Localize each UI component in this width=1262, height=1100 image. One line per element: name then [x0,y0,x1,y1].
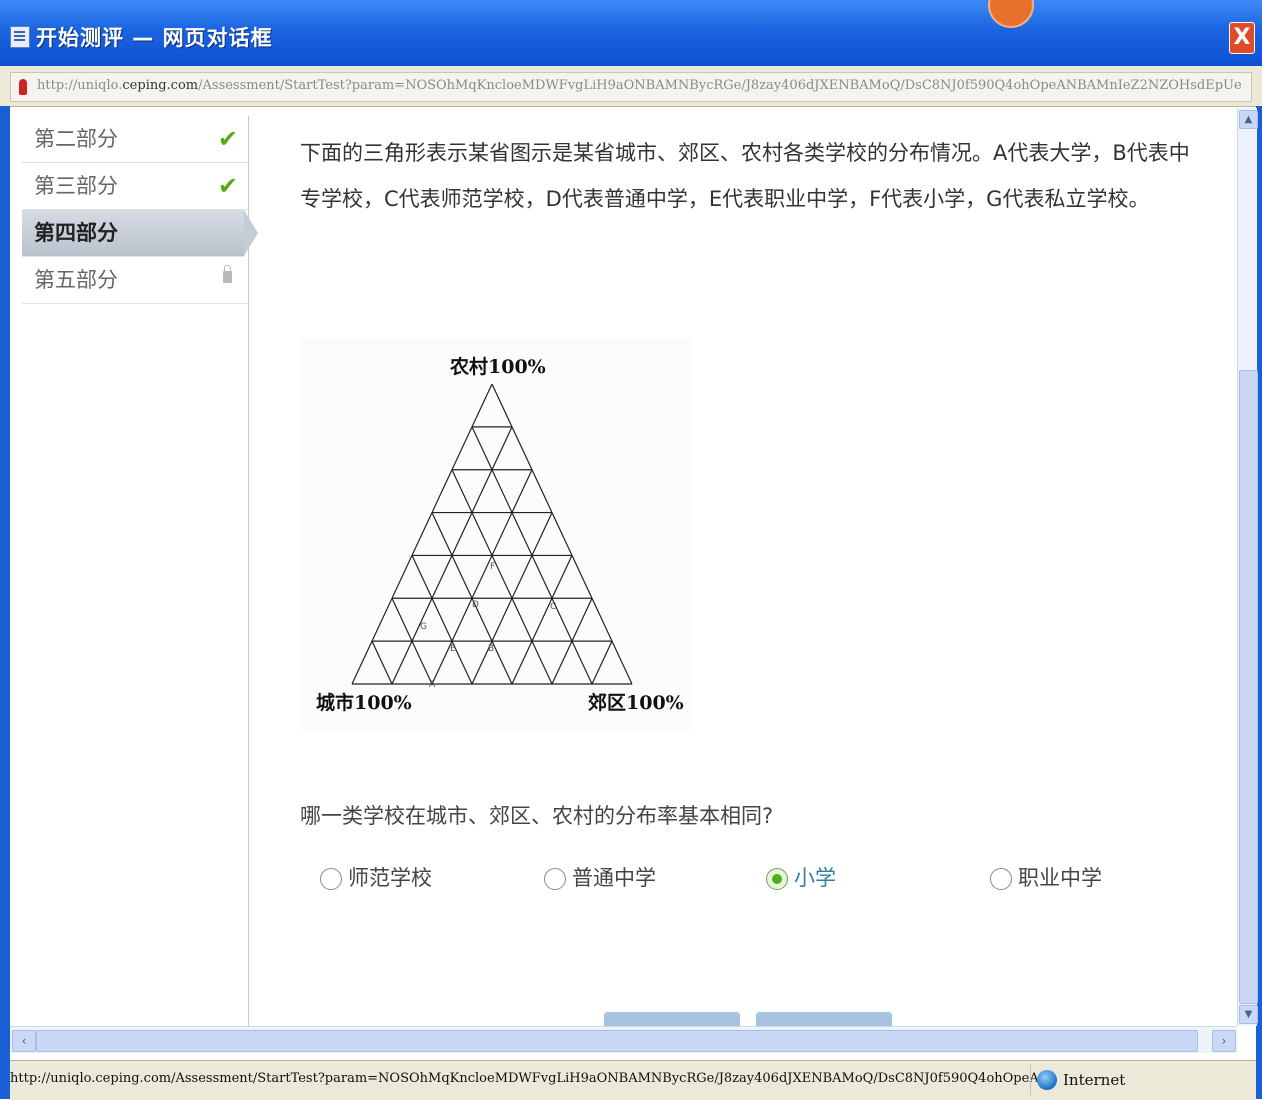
close-button[interactable]: X [1229,22,1255,54]
address-bar: http://uniqlo.ceping.com/Assessment/Star… [0,66,1262,107]
answer-options: 师范学校 普通中学 小学 职业中学 [320,858,1220,898]
question-prompt: 哪一类学校在城市、郊区、农村的分布率基本相同? [300,804,774,828]
sidebar-item-label: 第四部分 [34,221,118,245]
radio-button[interactable] [990,868,1012,890]
point-f: F [490,562,496,572]
lock-icon [223,265,232,283]
nav-buttons [604,1012,894,1026]
grid-line [451,469,553,685]
title-bar: 开始测评 — 网页对话框 X [0,0,1262,66]
sidebar-item-part-4[interactable]: 第四部分 [22,210,258,257]
question-text: 下面的三角形表示某省图示是某省城市、郊区、农村各类学校的分布情况。A代表大学，B… [300,141,1190,211]
triangle-grid [351,383,633,685]
grid-line [411,555,473,685]
vertical-scroll-thumb[interactable] [1239,370,1258,1004]
sidebar-item-label: 第三部分 [34,174,118,198]
scroll-down-icon[interactable]: ▼ [1239,1005,1258,1024]
next-button[interactable] [756,1012,892,1026]
checkmark-icon: ✔ [217,172,238,200]
zone-label: Internet [1063,1071,1126,1089]
radio-button[interactable] [766,868,788,890]
point-a: A [429,680,436,690]
point-b: B [488,644,495,654]
point-e: E [450,644,456,654]
checkmark-icon: ✔ [217,125,238,153]
grid-line [591,640,613,685]
grid-line [431,469,533,685]
radio-button[interactable] [544,868,566,890]
scroll-right-icon[interactable]: › [1212,1030,1236,1052]
option-normal-school[interactable]: 师范学校 [320,858,432,898]
globe-icon [1037,1070,1057,1090]
sidebar-item-label: 第五部分 [34,268,118,292]
grid-line [511,555,573,685]
option-middle-school[interactable]: 普通中学 [544,858,656,898]
sidebar-item-part-2[interactable]: 第二部分 ✔ [22,116,248,163]
ternary-diagram: 农村100% 城市100% 郊区100% A B C D E F G [300,338,692,730]
point-c: C [550,602,557,612]
section-sidebar: 第二部分 ✔ 第三部分 ✔ 第四部分 第五部分 [22,116,258,1026]
status-bar: http://uniqlo.ceping.com/Assessment/Star… [10,1060,1256,1100]
urban-label: 城市100% [316,692,412,714]
decorative-circle [988,0,1034,28]
horizontal-scroll-thumb[interactable] [36,1030,1198,1052]
point-g: G [420,622,427,632]
option-vocational-school[interactable]: 职业中学 [990,858,1102,898]
status-url: http://uniqlo.ceping.com/Assessment/Star… [10,1071,1039,1086]
suburban-label: 郊区100% [588,692,684,714]
address-url: http://uniqlo.ceping.com/Assessment/Star… [37,78,1242,93]
radio-button[interactable] [320,868,342,890]
point-d: D [472,600,479,610]
option-label: 师范学校 [348,866,432,890]
page-icon [19,79,27,95]
grid-line [491,383,633,685]
option-primary-school[interactable]: 小学 [766,858,836,898]
grid-line [371,640,393,685]
dialog-icon [10,26,30,48]
horizontal-scrollbar[interactable]: ‹ › [10,1026,1237,1053]
rural-label: 农村100% [450,356,546,378]
scroll-left-icon[interactable]: ‹ [12,1030,36,1052]
sidebar-item-label: 第二部分 [34,127,118,151]
option-label: 小学 [794,866,836,890]
option-label: 职业中学 [1018,866,1102,890]
previous-button[interactable] [604,1012,740,1026]
scroll-up-icon[interactable]: ▲ [1239,110,1258,129]
address-field[interactable]: http://uniqlo.ceping.com/Assessment/Star… [10,72,1252,102]
window-frame-left [0,106,10,1099]
sidebar-item-part-3[interactable]: 第三部分 ✔ [22,163,248,210]
vertical-scrollbar[interactable]: ▲ ▼ [1237,108,1258,1026]
sidebar-item-part-5[interactable]: 第五部分 [22,257,248,304]
security-zone: Internet [1030,1065,1257,1095]
grid-line [351,383,493,685]
window-title: 开始测评 — 网页对话框 [36,26,273,50]
option-label: 普通中学 [572,866,656,890]
